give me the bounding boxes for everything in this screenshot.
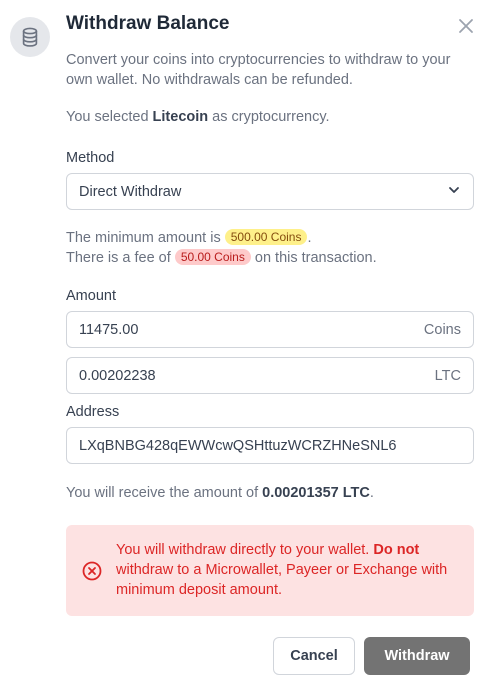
chevron-down-icon	[447, 183, 461, 201]
dialog-description: Convert your coins into cryptocurrencies…	[66, 52, 451, 88]
amount-crypto-value: 0.00202238	[79, 367, 156, 384]
coins-stack-icon	[10, 17, 50, 57]
selected-crypto-name: Litecoin	[152, 109, 209, 125]
amount-coins-input[interactable]: 11475.00 Coins	[66, 311, 474, 348]
dialog-title: Withdraw Balance	[66, 13, 230, 34]
amount-crypto-input[interactable]: 0.00202238 LTC	[66, 357, 474, 394]
address-label: Address	[66, 404, 120, 420]
fee-note: There is a fee of 50.00 Coins on this tr…	[66, 249, 377, 266]
warning-alert: You will withdraw directly to your walle…	[66, 525, 474, 616]
method-select[interactable]: Direct Withdraw	[66, 173, 474, 210]
warning-alert-text: You will withdraw directly to your walle…	[116, 542, 448, 598]
address-value: LXqBNBG428qEWWcwQSHttuzWCRZHNeSNL6	[79, 437, 397, 454]
method-label: Method	[66, 150, 115, 166]
receive-amount-value: 0.00201357 LTC	[262, 485, 370, 501]
address-input[interactable]: LXqBNBG428qEWWcwQSHttuzWCRZHNeSNL6	[66, 427, 474, 464]
withdraw-button[interactable]: Withdraw	[364, 637, 470, 675]
method-select-value: Direct Withdraw	[79, 183, 182, 200]
minimum-amount-badge: 500.00 Coins	[224, 229, 308, 245]
receive-amount-text: You will receive the amount of 0.0020135…	[66, 485, 374, 501]
cancel-button[interactable]: Cancel	[273, 637, 355, 675]
fee-badge: 50.00 Coins	[174, 249, 251, 265]
amount-crypto-unit: LTC	[434, 367, 461, 384]
amount-coins-value: 11475.00	[79, 321, 139, 338]
amount-coins-unit: Coins	[423, 321, 461, 338]
selected-crypto-text: You selected Litecoin as cryptocurrency.	[66, 109, 330, 125]
close-icon[interactable]	[456, 16, 476, 36]
error-circle-icon	[82, 561, 102, 581]
minimum-amount-note: The minimum amount is 500.00 Coins.	[66, 229, 312, 246]
amount-label: Amount	[66, 288, 116, 304]
